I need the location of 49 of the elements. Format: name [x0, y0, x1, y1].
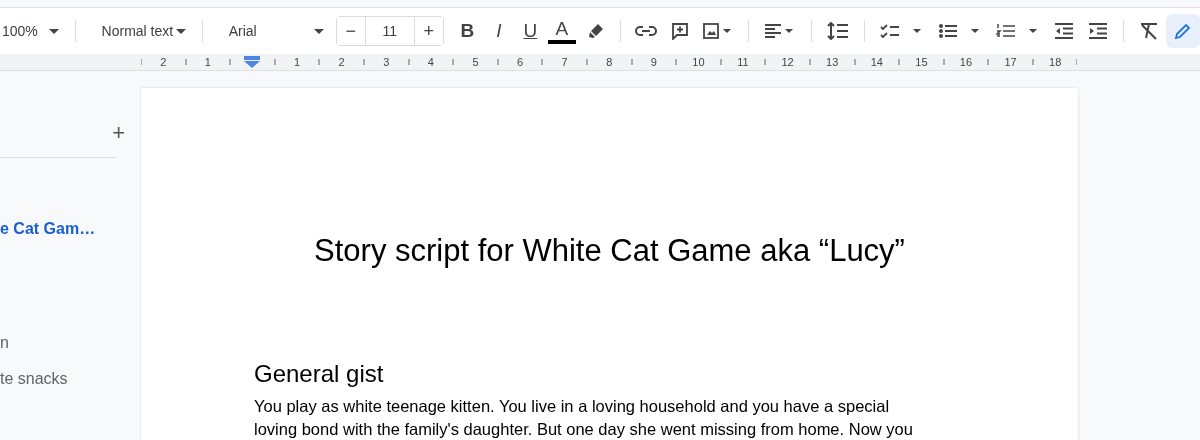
ruler-number: 5: [472, 56, 479, 68]
underline-button[interactable]: U: [516, 16, 545, 46]
ruler-number: 3: [383, 56, 390, 68]
caret-icon: [313, 28, 324, 34]
font-size-field[interactable]: 11: [364, 17, 415, 45]
text-color-button[interactable]: A: [548, 18, 576, 44]
ruler-number: 1: [204, 56, 211, 68]
ruler-number: 14: [870, 56, 883, 68]
line-spacing-icon[interactable]: [827, 22, 850, 40]
ruler-number: 11: [737, 56, 749, 68]
ruler-number: 2: [160, 56, 167, 68]
decrease-indent-icon[interactable]: [1054, 23, 1075, 39]
body-paragraph: You play as white teenage kitten. You live in a loving household and you have a special loving bond with the family's daughter. But one day she went missing from home. Now you: [254, 396, 914, 440]
italic-button[interactable]: I: [485, 16, 513, 46]
increase-indent-icon[interactable]: [1088, 23, 1109, 39]
ruler-number: 17: [1004, 56, 1017, 68]
image-icon[interactable]: [703, 23, 734, 39]
ruler-number: 2: [338, 56, 345, 68]
ruler-number: 9: [650, 56, 657, 68]
ruler-number: 12: [781, 56, 794, 68]
ruler-number: 13: [826, 56, 839, 68]
ruler-number: 10: [692, 56, 705, 68]
pencil-icon: [1174, 22, 1193, 40]
add-heading-button[interactable]: +: [112, 121, 125, 145]
style-dropdown[interactable]: Normal text: [83, 16, 194, 46]
font-dropdown[interactable]: Arial: [210, 16, 332, 46]
outline-item[interactable]: e Cat Gam…: [0, 220, 141, 238]
caret-icon: [48, 28, 59, 34]
ruler-number: 8: [606, 56, 613, 68]
ruler-number: 6: [517, 56, 524, 68]
clear-formatting-icon[interactable]: [1139, 22, 1160, 40]
ruler-number: 18: [1049, 56, 1062, 68]
add-comment-icon[interactable]: [671, 22, 690, 40]
indent-marker-icon[interactable]: [244, 56, 261, 68]
outline-item[interactable]: n: [0, 334, 141, 352]
zoom-dropdown[interactable]: 100%: [0, 16, 67, 46]
editing-mode-button[interactable]: [1166, 14, 1200, 48]
link-icon[interactable]: [635, 25, 658, 37]
ruler-number: 16: [959, 56, 973, 68]
outline-item[interactable]: te snacks: [0, 370, 141, 388]
ruler-number: 4: [427, 56, 434, 68]
ruler-number: 15: [915, 56, 928, 68]
caret-icon: [175, 28, 186, 34]
ruler-number: 7: [561, 56, 568, 68]
section-heading: General gist: [254, 359, 385, 389]
document-title: Story script for White Cat Game aka “Lucy”: [313, 233, 906, 269]
highlighter-icon[interactable]: [586, 22, 605, 40]
bold-button[interactable]: B: [453, 16, 482, 46]
ruler-number: 1: [294, 56, 301, 68]
